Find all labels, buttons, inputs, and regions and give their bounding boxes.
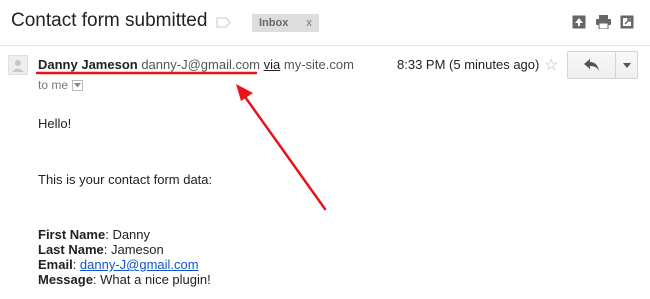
field-value: Jameson <box>110 242 164 257</box>
more-actions-button[interactable] <box>616 52 637 78</box>
via-link[interactable]: via <box>264 57 281 72</box>
field-first-name: First Name: Danny <box>38 227 151 242</box>
email-link[interactable]: danny-J@gmail.com <box>80 257 199 272</box>
chevron-down-icon <box>74 82 82 87</box>
field-label: Email <box>38 257 73 272</box>
field-label: First Name <box>38 227 106 242</box>
show-details-button[interactable] <box>72 79 84 91</box>
avatar-icon[interactable] <box>8 55 28 75</box>
body-intro: This is your contact form data: <box>38 172 213 187</box>
star-icon[interactable]: ☆ <box>544 55 558 75</box>
via-site: my-site.com <box>283 57 354 72</box>
remove-label-button[interactable]: x <box>306 17 312 29</box>
field-label: Last Name <box>38 242 104 257</box>
new-window-icon[interactable] <box>620 15 634 29</box>
subject-row: Contact form submitted Inbox x <box>0 0 650 44</box>
expand-all-icon[interactable] <box>572 15 586 29</box>
reply-icon <box>583 59 599 71</box>
field-message: Message: What a nice plugin! <box>38 272 211 287</box>
email-subject: Contact form submitted <box>11 10 208 31</box>
inbox-label-tag: Inbox x <box>252 14 319 32</box>
field-value: Danny <box>112 227 151 242</box>
header-divider <box>0 45 650 46</box>
reply-button[interactable] <box>568 52 616 78</box>
body-greeting: Hello! <box>38 116 72 131</box>
field-last-name: Last Name: Jameson <box>38 242 164 257</box>
inbox-label-text: Inbox <box>259 17 289 29</box>
email-timestamp: 8:33 PM (5 minutes ago) <box>397 57 540 72</box>
sender-email: danny-J@gmail.com <box>141 57 261 72</box>
label-icon[interactable] <box>216 17 231 28</box>
annotation-arrow-head <box>236 84 253 101</box>
annotation-arrow-shaft <box>241 92 327 211</box>
sender-line: Danny Jameson danny-J@gmail.com via my-s… <box>38 57 354 72</box>
sender-name[interactable]: Danny Jameson <box>38 57 138 72</box>
reply-button-group <box>567 51 638 79</box>
chevron-down-icon <box>622 62 631 68</box>
recipient-text: to me <box>38 78 69 92</box>
recipient-line: to me <box>38 78 84 92</box>
field-email: Email: danny-J@gmail.com <box>38 257 199 272</box>
print-icon[interactable] <box>596 15 611 29</box>
field-label: Message <box>38 272 93 287</box>
field-value: What a nice plugin! <box>100 272 211 287</box>
